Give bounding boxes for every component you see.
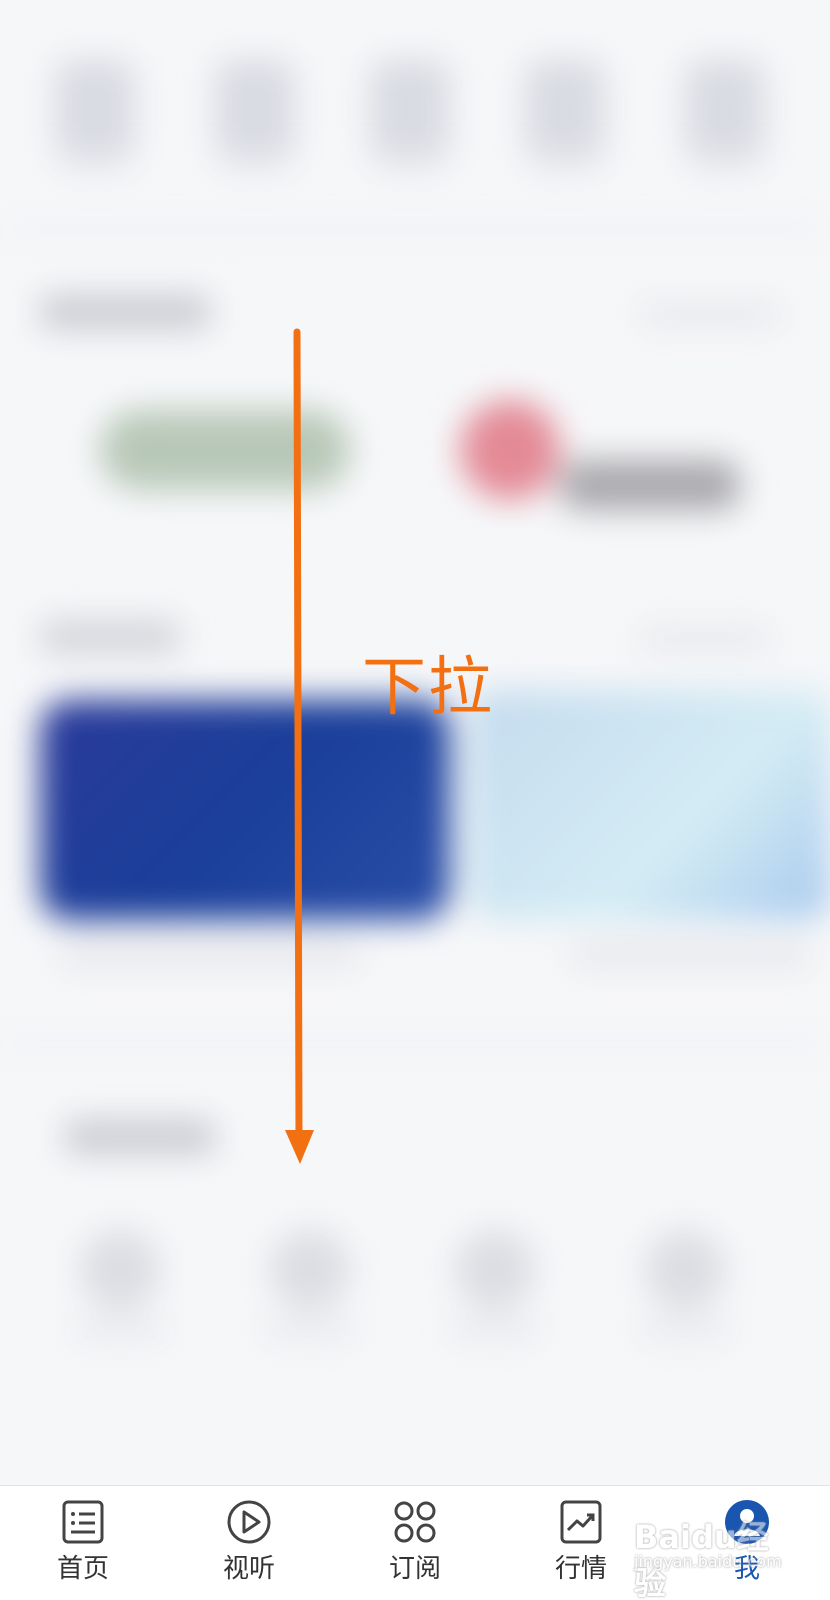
blurred-grid-label: [75, 1320, 165, 1338]
screen: 下拉 首页 视听 订阅 行情 我 Baidu经验 jingyan.baidu.c…: [0, 0, 830, 1600]
baidu-jingyan-watermark: Baidu经验 jingyan.baidu.com: [634, 1504, 794, 1600]
news-list-icon: [62, 1500, 104, 1544]
tab-subscribe[interactable]: 订阅: [332, 1486, 498, 1600]
blurred-shortcut-icon: [55, 60, 135, 160]
pull-down-hint-label: 下拉: [362, 651, 494, 725]
blurred-green-card: [100, 410, 350, 490]
blurred-shortcut-label: [220, 150, 290, 170]
blurred-divider: [0, 1040, 830, 1048]
tab-label: 首页: [56, 1554, 109, 1584]
blurred-section-title: [65, 1120, 215, 1154]
blurred-shortcut-label: [530, 150, 600, 170]
blurred-shortcut-icon: [215, 60, 295, 160]
tab-media[interactable]: 视听: [166, 1486, 332, 1600]
blurred-shortcut-label: [375, 150, 445, 170]
blurred-section-title: [40, 295, 210, 329]
blurred-red-logo: [460, 400, 560, 500]
blurred-page-content: [0, 0, 830, 1600]
blurred-grid-icon: [645, 1230, 725, 1310]
blurred-more-link: [640, 305, 780, 323]
tab-label: 订阅: [388, 1554, 441, 1584]
blurred-grid-icon: [80, 1230, 160, 1310]
blurred-banner-light: [470, 690, 830, 920]
blurred-divider: [0, 225, 830, 233]
blurred-grid-icon: [270, 1230, 350, 1310]
blurred-section-title: [40, 620, 180, 654]
blurred-caption: [60, 945, 360, 965]
tab-label: 行情: [554, 1554, 607, 1584]
blurred-grid-label: [640, 1320, 730, 1338]
blurred-shortcut-icon: [685, 60, 765, 160]
watermark-url-text: jingyan.baidu.com: [634, 1552, 782, 1571]
blurred-shortcut-label: [60, 150, 130, 170]
four-circles-icon: [394, 1501, 436, 1543]
tab-home[interactable]: 首页: [0, 1486, 166, 1600]
tab-label: 视听: [222, 1554, 275, 1584]
blurred-more-link: [640, 630, 770, 648]
blurred-banner-blue: [40, 700, 450, 920]
blurred-shortcut-label: [690, 150, 760, 170]
blurred-grid-icon: [455, 1230, 535, 1310]
blurred-grid-label: [450, 1320, 540, 1338]
play-circle-icon: [227, 1500, 271, 1544]
blurred-caption: [570, 945, 810, 965]
blurred-shortcut-icon: [525, 60, 605, 160]
blurred-grid-label: [265, 1320, 355, 1338]
trend-chart-icon: [560, 1500, 602, 1544]
blurred-grey-bar: [560, 460, 740, 510]
blurred-shortcut-icon: [370, 60, 450, 160]
